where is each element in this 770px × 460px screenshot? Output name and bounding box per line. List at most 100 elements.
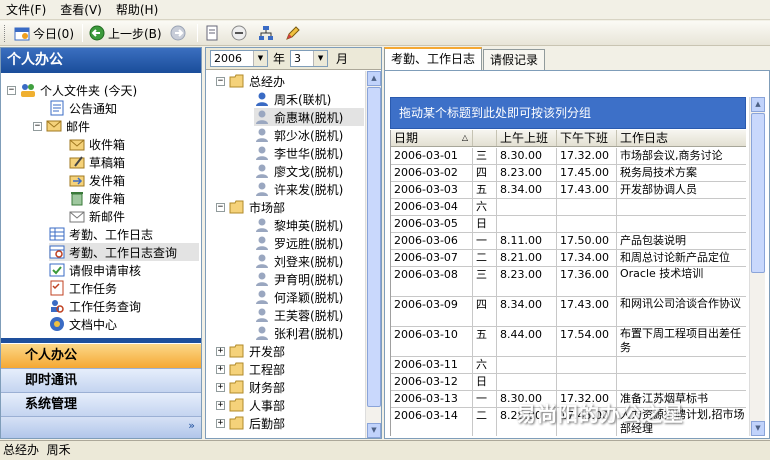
- expand-toggle[interactable]: +: [216, 364, 225, 374]
- tree-item-drafts[interactable]: 草稿箱: [69, 153, 125, 171]
- org-tree-scrollbar[interactable]: ▲ ▼: [365, 71, 381, 438]
- dept-market[interactable]: − 市场部: [216, 198, 285, 216]
- column-header-morning-in[interactable]: 上午上班: [497, 130, 557, 146]
- table-row[interactable]: 2006-03-05 日: [391, 216, 746, 233]
- table-row[interactable]: 2006-03-01 三 8.30.00 17.32.00 市场部会议,商务讨论: [391, 148, 746, 165]
- nav-instant-messaging[interactable]: 即时通讯: [1, 368, 201, 392]
- tree-item-attendance-query[interactable]: 考勤、工作日志查询: [49, 243, 199, 261]
- person-item[interactable]: 何泽颖(脱机): [254, 288, 343, 306]
- tree-item-mail[interactable]: − 邮件: [33, 117, 90, 135]
- tree-item-inbox[interactable]: 收件箱: [69, 135, 125, 153]
- scroll-thumb[interactable]: [751, 113, 765, 273]
- folder-icon: [229, 74, 244, 88]
- tree-item-attendance[interactable]: 考勤、工作日志: [49, 225, 153, 243]
- column-header-date[interactable]: 日期 △: [391, 130, 473, 146]
- person-item[interactable]: 廖文戈(脱机): [254, 162, 343, 180]
- table-row[interactable]: 2006-03-12 日: [391, 374, 746, 391]
- back-button[interactable]: 上一步(B): [86, 23, 165, 44]
- column-header-worklog[interactable]: 工作日志: [617, 130, 746, 146]
- table-row[interactable]: 2006-03-09 四 8.34.00 17.43.00 和网讯公司洽谈合作协议: [391, 297, 746, 327]
- expand-toggle[interactable]: +: [216, 346, 225, 356]
- column-header-weekday[interactable]: [473, 130, 497, 146]
- person-item[interactable]: 刘登来(脱机): [254, 252, 343, 270]
- table-row[interactable]: 2006-03-02 四 8.23.00 17.45.00 税务局技术方案: [391, 165, 746, 182]
- cell-morning-in: [497, 357, 557, 373]
- tree-item-outbox[interactable]: 发件箱: [69, 171, 125, 189]
- today-button[interactable]: 今日(0): [11, 23, 77, 44]
- panel-splitter[interactable]: [1, 338, 201, 343]
- tree-item-leave-approval[interactable]: 请假申请审核: [49, 261, 141, 279]
- table-row[interactable]: 2006-03-04 六: [391, 199, 746, 216]
- toolbar-grip[interactable]: [4, 24, 7, 42]
- nav-personal-office[interactable]: 个人办公: [1, 344, 201, 368]
- dept-development[interactable]: + 开发部: [216, 342, 285, 360]
- person-item[interactable]: 王芙蓉(脱机): [254, 306, 343, 324]
- tree-root[interactable]: − 个人文件夹 (今天): [7, 81, 137, 99]
- person-item[interactable]: 郭少冰(脱机): [254, 126, 343, 144]
- tree-item-task-query[interactable]: 工作任务查询: [49, 297, 141, 315]
- menu-file[interactable]: 文件(F): [0, 0, 54, 20]
- person-item[interactable]: 许来发(脱机): [254, 180, 343, 198]
- chevron-right-icon[interactable]: »: [188, 419, 195, 432]
- nav-system-management[interactable]: 系统管理: [1, 392, 201, 416]
- tree-item-notice[interactable]: 公告通知: [49, 99, 117, 117]
- tab-leave-records[interactable]: 请假记录: [483, 49, 546, 71]
- group-by-panel[interactable]: 拖动某个标题到此处即可按该列分组: [390, 97, 746, 129]
- dept-finance[interactable]: + 财务部: [216, 378, 285, 396]
- person-item[interactable]: 俞惠琳(脱机): [254, 108, 364, 126]
- collapse-toggle[interactable]: −: [216, 76, 225, 86]
- cell-morning-in: [497, 374, 557, 390]
- menu-view[interactable]: 查看(V): [54, 0, 110, 20]
- table-row[interactable]: 2006-03-03 五 8.34.00 17.43.00 开发部协调人员: [391, 182, 746, 199]
- person-item[interactable]: 罗远胜(脱机): [254, 234, 343, 252]
- collapse-toggle[interactable]: −: [33, 121, 42, 131]
- person-item[interactable]: 张利君(脱机): [254, 324, 343, 342]
- user-offline-icon: [256, 290, 268, 304]
- left-panel-title: 个人办公: [1, 48, 201, 73]
- menu-help[interactable]: 帮助(H): [110, 0, 166, 20]
- cell-weekday: 三: [473, 148, 497, 164]
- expand-toggle[interactable]: +: [216, 418, 225, 428]
- tree-item-new-mail[interactable]: 新邮件: [69, 207, 125, 225]
- collapse-toggle[interactable]: −: [216, 202, 225, 212]
- dept-logistics[interactable]: + 后勤部: [216, 414, 285, 432]
- expand-toggle[interactable]: +: [216, 400, 225, 410]
- table-row[interactable]: 2006-03-07 二 8.21.00 17.34.00 和周总讨论新产品定位: [391, 250, 746, 267]
- new-document-button[interactable]: [201, 23, 226, 44]
- forward-arrow-icon: [170, 25, 186, 41]
- dept-engineering[interactable]: + 工程部: [216, 360, 285, 378]
- tab-attendance-log[interactable]: 考勤、工作日志: [384, 47, 483, 71]
- tree-item-documents[interactable]: 文档中心: [49, 315, 117, 333]
- grid-scrollbar[interactable]: ▲ ▼: [749, 97, 765, 436]
- scroll-up-arrow-icon[interactable]: ▲: [367, 71, 381, 86]
- table-row[interactable]: 2006-03-10 五 8.44.00 17.54.00 布置下周工程项目出差任务: [391, 327, 746, 357]
- dept-general[interactable]: − 总经办: [216, 72, 285, 90]
- scroll-up-arrow-icon[interactable]: ▲: [751, 97, 765, 112]
- table-row[interactable]: 2006-03-11 六: [391, 357, 746, 374]
- forward-button[interactable]: [167, 23, 192, 44]
- expand-toggle[interactable]: +: [216, 382, 225, 392]
- person-item[interactable]: 尹育明(脱机): [254, 270, 343, 288]
- scroll-down-arrow-icon[interactable]: ▼: [751, 421, 765, 436]
- edit-button[interactable]: [282, 23, 307, 44]
- person-item[interactable]: 李世华(脱机): [254, 144, 343, 162]
- column-header-afternoon-out[interactable]: 下午下班: [557, 130, 617, 146]
- scroll-down-arrow-icon[interactable]: ▼: [367, 423, 381, 438]
- year-combo[interactable]: 2006 ▼: [210, 50, 268, 67]
- month-combo[interactable]: 3 ▼: [290, 50, 329, 67]
- collapse-toggle[interactable]: −: [7, 85, 16, 95]
- dept-hr[interactable]: + 人事部: [216, 396, 285, 414]
- tree-item-trash[interactable]: 废件箱: [69, 189, 125, 207]
- table-row[interactable]: 2006-03-08 三 8.23.00 17.36.00 Oracle 技术培训: [391, 267, 746, 297]
- person-item[interactable]: 周禾(联机): [254, 90, 331, 108]
- cell-worklog: 布置下周工程项目出差任务: [617, 327, 746, 356]
- person-item[interactable]: 黎坤英(脱机): [254, 216, 343, 234]
- minus-button[interactable]: [228, 23, 253, 44]
- chevron-down-icon[interactable]: ▼: [253, 51, 267, 66]
- organization-button[interactable]: [255, 23, 280, 44]
- chevron-down-icon[interactable]: ▼: [313, 51, 328, 66]
- user-offline-icon: [256, 236, 268, 250]
- scroll-thumb[interactable]: [367, 87, 381, 407]
- tree-item-tasks[interactable]: 工作任务: [49, 279, 117, 297]
- table-row[interactable]: 2006-03-06 一 8.11.00 17.50.00 产品包装说明: [391, 233, 746, 250]
